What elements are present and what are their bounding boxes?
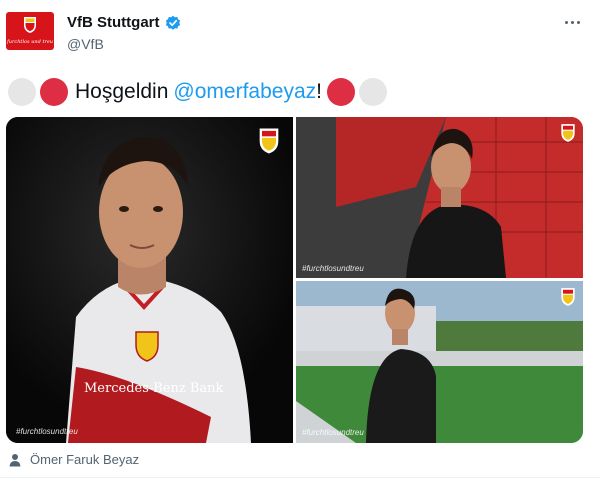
- white-circle-emoji-icon: [358, 78, 387, 106]
- club-crest-icon: [259, 128, 279, 154]
- club-crest-icon: [561, 288, 575, 306]
- account-handle[interactable]: @VfB: [67, 36, 104, 52]
- photo-player-pitch[interactable]: #furchtlosundtreu: [296, 281, 583, 443]
- photo-player-red-wall[interactable]: #furchtlosundtreu: [296, 117, 583, 278]
- photo-hashtag: #furchtlosundtreu: [16, 427, 78, 436]
- tweet-card: furchtlos und treu VfB Stuttgart @VfB Ho…: [0, 0, 600, 479]
- photo-hashtag: #furchtlosundtreu: [302, 264, 364, 273]
- tagged-person[interactable]: Ömer Faruk Beyaz: [8, 452, 139, 467]
- person-icon: [9, 453, 21, 466]
- avatar-tagline: furchtlos und treu: [6, 39, 54, 45]
- divider: [0, 477, 600, 478]
- player-pitch-illustration: [296, 281, 583, 443]
- photo-player-portrait[interactable]: Mercedes-Benz Bank #furchtlosundtreu: [6, 117, 293, 443]
- tweet-text-greeting: Hoşgeldin: [75, 80, 169, 103]
- shirt-sponsor: Mercedes-Benz Bank: [84, 381, 224, 396]
- club-crest-icon: [561, 124, 575, 142]
- tweet-text: Hoşgeldin @omerfabeyaz !: [8, 77, 391, 107]
- player-red-wall-illustration: [296, 117, 583, 278]
- white-circle-emoji-icon: [8, 78, 36, 106]
- red-circle-emoji-icon: [326, 78, 355, 106]
- tagged-person-name: Ömer Faruk Beyaz: [30, 452, 140, 467]
- avatar[interactable]: furchtlos und treu: [6, 12, 54, 50]
- tweet-text-exclamation: !: [316, 80, 322, 103]
- mention-link[interactable]: @omerfabeyaz: [173, 80, 316, 104]
- more-options-icon[interactable]: [562, 14, 582, 30]
- red-circle-emoji-icon: [40, 78, 68, 106]
- display-name[interactable]: VfB Stuttgart: [67, 14, 160, 31]
- player-portrait-illustration: Mercedes-Benz Bank: [6, 117, 293, 443]
- account-name-row: VfB Stuttgart: [67, 14, 181, 31]
- verified-badge-icon: [165, 15, 180, 30]
- media-grid: Mercedes-Benz Bank #furchtlosundtreu #fu…: [6, 117, 583, 443]
- photo-hashtag: #furchtlosundtreu: [302, 428, 364, 437]
- club-crest-icon: [24, 17, 36, 33]
